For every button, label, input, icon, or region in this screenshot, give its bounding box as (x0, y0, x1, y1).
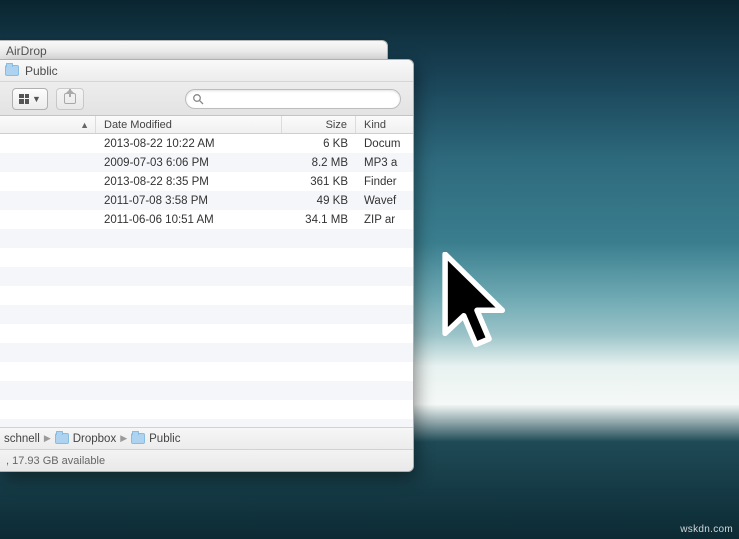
column-header-size[interactable]: Size (282, 116, 356, 133)
folder-icon (131, 433, 145, 444)
share-button[interactable] (56, 88, 84, 110)
column-header-kind[interactable]: Kind (356, 116, 413, 133)
column-headers: ▲ Date Modified Size Kind (0, 116, 413, 134)
titlebar[interactable]: Public (0, 60, 413, 82)
table-row (0, 343, 413, 362)
sort-indicator-icon: ▲ (80, 120, 89, 130)
chevron-right-icon: ▶ (44, 433, 51, 444)
path-segment[interactable]: Public (131, 433, 180, 445)
toolbar: ▼ (0, 82, 413, 116)
table-row (0, 305, 413, 324)
status-bar: , 17.93 GB available (0, 449, 413, 471)
watermark: wskdn.com (680, 524, 733, 535)
table-row[interactable]: 2011-06-06 10:51 AM 34.1 MB ZIP ar (0, 210, 413, 229)
status-text: , 17.93 GB available (6, 455, 105, 467)
table-row (0, 324, 413, 343)
table-row (0, 400, 413, 419)
column-header-date[interactable]: Date Modified (96, 116, 282, 133)
share-icon (64, 93, 76, 104)
table-row (0, 419, 413, 427)
table-row[interactable]: 2013-08-22 10:22 AM 6 KB Docum (0, 134, 413, 153)
path-segment[interactable]: Dropbox (55, 433, 116, 445)
folder-icon (55, 433, 69, 444)
table-row (0, 286, 413, 305)
view-options-button[interactable]: ▼ (12, 88, 48, 110)
chevron-down-icon: ▼ (32, 94, 41, 104)
chevron-right-icon: ▶ (120, 433, 127, 444)
search-input[interactable] (185, 89, 401, 109)
folder-icon (5, 65, 19, 76)
table-row[interactable]: 2009-07-03 6:06 PM 8.2 MB MP3 a (0, 153, 413, 172)
window-title: Public (25, 64, 58, 78)
column-header-name[interactable]: ▲ (0, 116, 96, 133)
cursor-icon (438, 252, 516, 362)
table-row[interactable]: 2013-08-22 8:35 PM 361 KB Finder (0, 172, 413, 191)
finder-window: Public ▼ ▲ Date Modified Size Kind 2013-… (0, 59, 414, 472)
search-wrap (185, 89, 401, 109)
path-segment[interactable]: schnell (4, 433, 40, 445)
search-icon (192, 93, 204, 105)
table-row (0, 381, 413, 400)
table-row (0, 267, 413, 286)
table-row (0, 362, 413, 381)
grid-icon (19, 94, 29, 104)
background-window-title: AirDrop (6, 44, 47, 58)
table-row (0, 229, 413, 248)
table-row[interactable]: 2011-07-08 3:58 PM 49 KB Wavef (0, 191, 413, 210)
table-row (0, 248, 413, 267)
file-list: 2013-08-22 10:22 AM 6 KB Docum 2009-07-0… (0, 134, 413, 427)
path-bar: schnell ▶ Dropbox ▶ Public (0, 427, 413, 449)
